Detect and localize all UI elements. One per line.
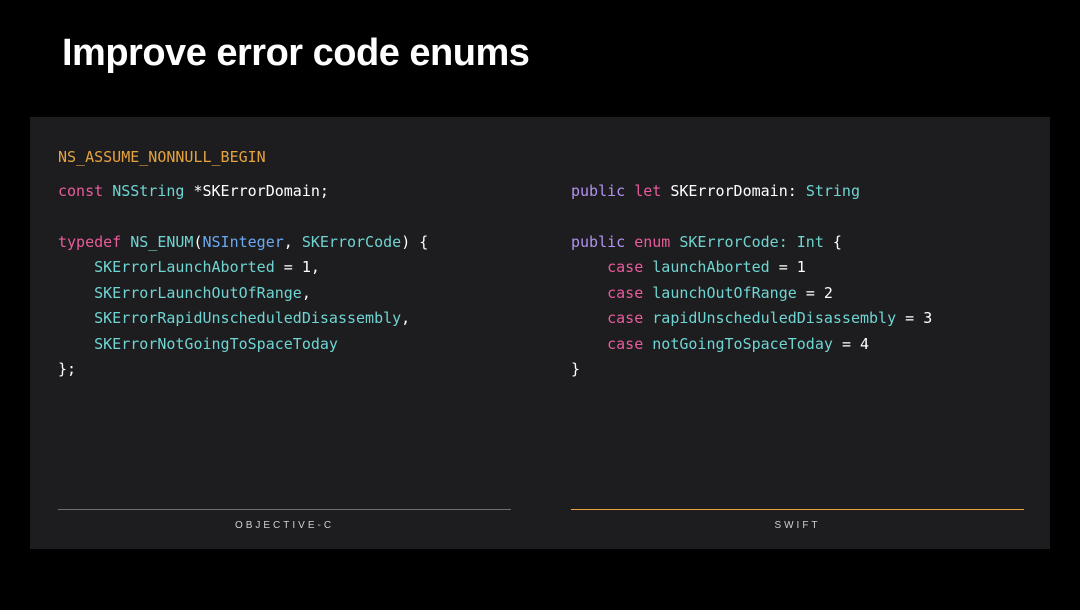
objc-code: const NSString *SKErrorDomain; typedef N… bbox=[58, 179, 511, 510]
enum-case: SKErrorRapidUnscheduledDisassembly bbox=[94, 309, 401, 327]
objc-footer-label: OBJECTIVE-C bbox=[58, 520, 511, 531]
case-eq: = 1 bbox=[779, 258, 806, 276]
swift-column: public let SKErrorDomain: String public … bbox=[571, 179, 1024, 532]
enum-name: SKErrorCode: bbox=[670, 233, 796, 251]
slide-title: Improve error code enums bbox=[0, 0, 1080, 75]
preamble-block: NS_ASSUME_NONNULL_BEGIN bbox=[58, 145, 1024, 171]
case-suffix: , bbox=[401, 309, 410, 327]
comma: , bbox=[284, 233, 302, 251]
enum-case: SKErrorLaunchOutOfRange bbox=[94, 284, 302, 302]
paren-open: ( bbox=[193, 233, 202, 251]
kw-case: case bbox=[607, 258, 643, 276]
domain-name: SKErrorDomain: bbox=[661, 182, 806, 200]
type-int: Int bbox=[797, 233, 824, 251]
column-container: const NSString *SKErrorDomain; typedef N… bbox=[58, 179, 1024, 532]
case-name: launchAborted bbox=[643, 258, 778, 276]
case-name: rapidUnscheduledDisassembly bbox=[643, 309, 905, 327]
domain-decl: *SKErrorDomain; bbox=[184, 182, 329, 200]
case-eq: = 3 bbox=[905, 309, 932, 327]
type-string: String bbox=[806, 182, 860, 200]
code-panel: NS_ASSUME_NONNULL_BEGIN const NSString *… bbox=[30, 117, 1050, 549]
kw-case: case bbox=[607, 335, 643, 353]
divider bbox=[571, 509, 1024, 510]
case-name: launchOutOfRange bbox=[643, 284, 806, 302]
swift-footer-label: SWIFT bbox=[571, 520, 1024, 531]
objc-column: const NSString *SKErrorDomain; typedef N… bbox=[58, 179, 511, 532]
brace-close: } bbox=[571, 360, 580, 378]
case-suffix: = 1, bbox=[275, 258, 320, 276]
enum-name: SKErrorCode bbox=[302, 233, 401, 251]
case-suffix: , bbox=[302, 284, 311, 302]
ns-enum: NS_ENUM bbox=[130, 233, 193, 251]
kw-enum: enum bbox=[634, 233, 670, 251]
kw-public: public bbox=[571, 233, 625, 251]
type-nsstring: NSString bbox=[112, 182, 184, 200]
macro-nonnull: NS_ASSUME_NONNULL_BEGIN bbox=[58, 148, 266, 166]
enum-case: SKErrorNotGoingToSpaceToday bbox=[94, 335, 338, 353]
kw-const: const bbox=[58, 182, 103, 200]
case-name: notGoingToSpaceToday bbox=[643, 335, 842, 353]
kw-typedef: typedef bbox=[58, 233, 121, 251]
case-eq: = 4 bbox=[842, 335, 869, 353]
kw-let: let bbox=[634, 182, 661, 200]
swift-code: public let SKErrorDomain: String public … bbox=[571, 179, 1024, 510]
brace-close: }; bbox=[58, 360, 76, 378]
kw-public: public bbox=[571, 182, 625, 200]
paren-close: ) { bbox=[401, 233, 428, 251]
divider bbox=[58, 509, 511, 510]
ns-integer: NSInteger bbox=[203, 233, 284, 251]
kw-case: case bbox=[607, 284, 643, 302]
case-eq: = 2 bbox=[806, 284, 833, 302]
brace-open: { bbox=[824, 233, 842, 251]
enum-case: SKErrorLaunchAborted bbox=[94, 258, 275, 276]
kw-case: case bbox=[607, 309, 643, 327]
